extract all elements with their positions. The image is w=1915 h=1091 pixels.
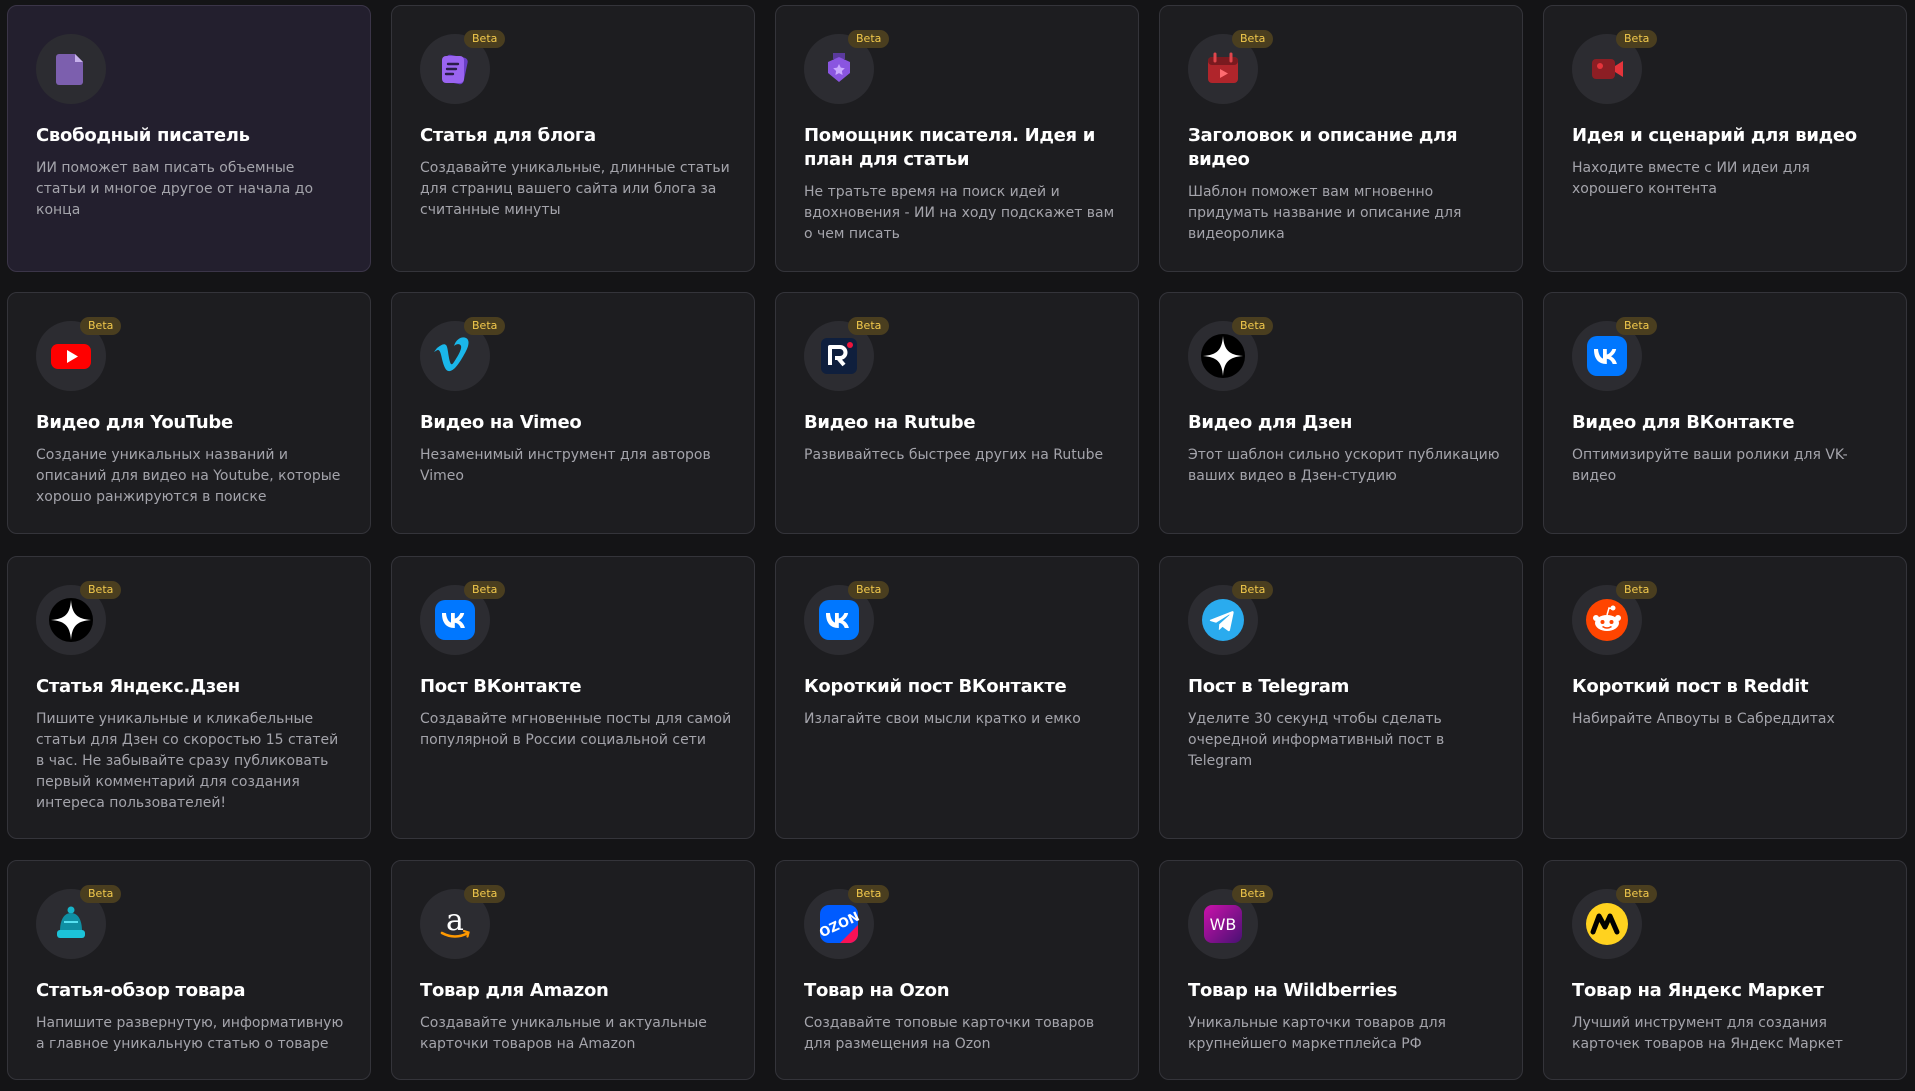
card-title: Пост в Telegram	[1188, 676, 1350, 697]
template-grid: Свободный писатель ИИ поможет вам писать …	[0, 0, 1915, 1091]
card-title: Видео для Дзен	[1188, 412, 1353, 433]
card-title: Видео на Vimeo	[420, 412, 582, 433]
beta-badge: Beta	[1232, 885, 1274, 903]
beta-badge: Beta	[464, 317, 506, 335]
beta-badge: Beta	[848, 581, 890, 599]
card-description: Излагайте свои мысли кратко и емко	[804, 711, 1081, 727]
beta-badge: Beta	[1616, 30, 1658, 48]
template-card-20[interactable]: Beta Товар на Яндекс Маркет Лучший инструм…	[1543, 860, 1907, 1080]
template-card-7[interactable]: Beta Видео на Vimeo Незаменимый инструмент…	[391, 292, 755, 534]
card-description: Напишите развернутую, информативную а гл…	[36, 1015, 344, 1052]
card-title: Товар на Ozon	[804, 980, 950, 1001]
template-card-19[interactable]: WB Beta Товар на Wildberries Уникальные кар…	[1159, 860, 1523, 1080]
card-description: Лучший инструмент для создания карточек …	[1572, 1015, 1843, 1052]
template-card-8[interactable]: Beta Видео на Rutube Развивайтесь быстрее …	[775, 292, 1139, 534]
card-title: Заголовок и описание для видео	[1188, 125, 1458, 170]
card-title: Короткий пост в Reddit	[1572, 676, 1809, 697]
template-card-10[interactable]: Beta Видео для ВКонтакте Оптимизируйте ваш…	[1543, 292, 1907, 534]
beta-badge: Beta	[1616, 317, 1658, 335]
card-title: Видео для ВКонтакте	[1572, 412, 1795, 433]
beta-badge: Beta	[1232, 317, 1274, 335]
card-description: Находите вместе с ИИ идеи для хорошего к…	[1572, 160, 1810, 197]
card-description: Набирайте Апвоуты в Сабреддитах	[1572, 711, 1835, 727]
template-card-16[interactable]: Beta Статья-обзор товара Напишите разверну…	[7, 860, 371, 1080]
card-title: Товар на Яндекс Маркет	[1572, 980, 1824, 1001]
card-title: Статья для блога	[420, 125, 596, 146]
card-description: Не тратьте время на поиск идей и вдохнов…	[804, 184, 1115, 242]
template-card-6[interactable]: Beta Видео для YouTube Создание уникальных…	[7, 292, 371, 534]
template-card-2[interactable]: Beta Статья для блога Создавайте уникальны…	[391, 5, 755, 272]
card-title: Товар для Amazon	[420, 980, 609, 1001]
beta-badge: Beta	[464, 581, 506, 599]
beta-badge: Beta	[848, 30, 890, 48]
beta-badge: Beta	[80, 885, 122, 903]
beta-badge: Beta	[464, 30, 506, 48]
template-card-14[interactable]: Beta Пост в Telegram Уделите 30 секунд что…	[1159, 556, 1523, 839]
card-description: Пишите уникальные и кликабельные статьи …	[36, 711, 339, 811]
card-description: Создавайте мгновенные посты для самой по…	[420, 711, 732, 748]
card-title: Помощник писателя. Идея и план для стать…	[804, 125, 1096, 170]
beta-badge: Beta	[464, 885, 506, 903]
beta-badge: Beta	[80, 317, 122, 335]
card-title: Видео для YouTube	[36, 412, 233, 433]
card-description: Создавайте уникальные и актуальные карто…	[420, 1015, 707, 1052]
beta-badge: Beta	[1616, 885, 1658, 903]
document-icon	[36, 34, 106, 104]
template-card-1[interactable]: Свободный писатель ИИ поможет вам писать …	[7, 5, 371, 272]
beta-badge: Beta	[80, 581, 122, 599]
card-description: Создание уникальных названий и описаний …	[36, 447, 341, 505]
card-title: Пост ВКонтакте	[420, 676, 582, 697]
card-description: Оптимизируйте ваши ролики для VK-видео	[1572, 447, 1848, 484]
card-description: Уделите 30 секунд чтобы сделать очередно…	[1188, 711, 1445, 769]
template-card-17[interactable]: a Beta Товар для Amazon Создавайте уникальн…	[391, 860, 755, 1080]
beta-badge: Beta	[1616, 581, 1658, 599]
card-description: Уникальные карточки товаров для крупнейш…	[1188, 1015, 1446, 1052]
card-description: Шаблон поможет вам мгновенно придумать н…	[1188, 184, 1462, 242]
template-card-12[interactable]: Beta Пост ВКонтакте Создавайте мгновенные …	[391, 556, 755, 839]
beta-badge: Beta	[1232, 581, 1274, 599]
template-card-18[interactable]: OZON Beta Товар на Ozon Создавайте топовые …	[775, 860, 1139, 1080]
card-description: Развивайтесь быстрее других на Rutube	[804, 447, 1104, 463]
card-title: Статья Яндекс.Дзен	[36, 676, 240, 697]
card-description: Создавайте топовые карточки товаров для …	[804, 1015, 1095, 1052]
svg-text:a: a	[446, 903, 464, 938]
beta-badge: Beta	[1232, 30, 1274, 48]
template-card-4[interactable]: Beta Заголовок и описание для видео Шаблон…	[1159, 5, 1523, 272]
card-description: Незаменимый инструмент для авторов Vimeo	[420, 447, 711, 484]
card-title: Статья-обзор товара	[36, 980, 246, 1001]
template-card-3[interactable]: Beta Помощник писателя. Идея и план для с…	[775, 5, 1139, 272]
beta-badge: Beta	[848, 317, 890, 335]
card-description: Этот шаблон сильно ускорит публикацию ва…	[1188, 447, 1500, 484]
template-card-13[interactable]: Beta Короткий пост ВКонтакте Излагайте сво…	[775, 556, 1139, 839]
card-title: Короткий пост ВКонтакте	[804, 676, 1067, 697]
card-title: Видео на Rutube	[804, 412, 976, 433]
template-card-11[interactable]: Beta Статья Яндекс.Дзен Пишите уникальные …	[7, 556, 371, 839]
icon-text: WB	[1210, 915, 1237, 934]
card-title: Товар на Wildberries	[1188, 980, 1398, 1001]
card-title: Свободный писатель	[36, 125, 250, 146]
card-title: Идея и сценарий для видео	[1572, 125, 1857, 146]
template-card-5[interactable]: Beta Идея и сценарий для видео Находите вм…	[1543, 5, 1907, 272]
beta-badge: Beta	[848, 885, 890, 903]
card-description: Создавайте уникальные, длинные статьи дл…	[420, 160, 730, 218]
template-card-15[interactable]: Beta Короткий пост в Reddit Набирайте Апво…	[1543, 556, 1907, 839]
card-description: ИИ поможет вам писать объемные статьи и …	[36, 160, 314, 218]
template-card-9[interactable]: Beta Видео для Дзен Этот шаблон сильно уск…	[1159, 292, 1523, 534]
